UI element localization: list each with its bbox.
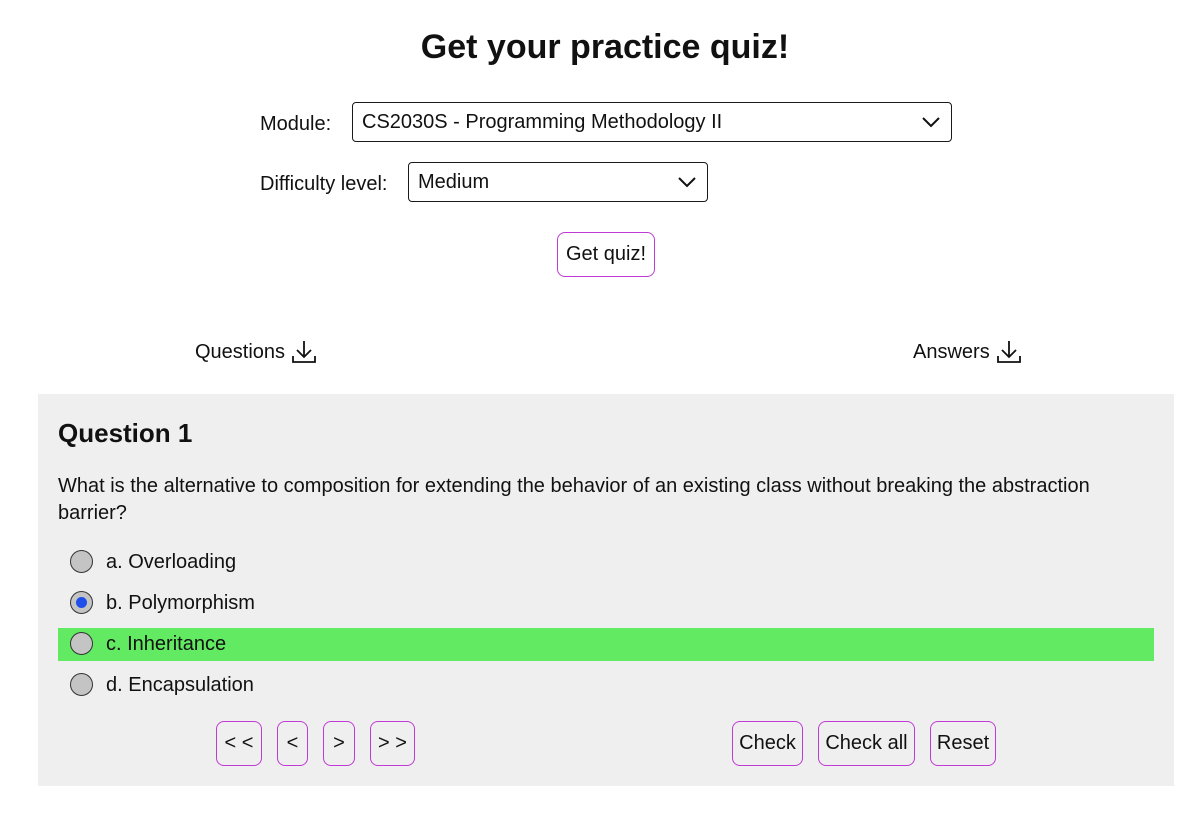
- difficulty-select[interactable]: Medium: [408, 162, 708, 202]
- module-label: Module:: [260, 113, 332, 135]
- radio-button-a[interactable]: [70, 550, 93, 573]
- module-select-value: CS2030S - Programming Methodology II: [362, 111, 723, 133]
- download-icon: [996, 341, 1021, 363]
- check-button[interactable]: Check: [732, 721, 803, 766]
- answer-option-label: d. Encapsulation: [106, 674, 254, 696]
- question-title: Question 1: [58, 418, 193, 448]
- questions-download-label: Questions: [195, 341, 286, 363]
- next-question-button[interactable]: >: [323, 721, 355, 766]
- reset-button[interactable]: Reset: [930, 721, 996, 766]
- question-panel: Question 1 What is the alternative to co…: [38, 394, 1174, 786]
- first-question-button[interactable]: < <: [216, 721, 262, 766]
- chevron-down-icon: [922, 117, 940, 128]
- question-text: What is the alternative to composition f…: [58, 475, 1090, 524]
- check-all-button[interactable]: Check all: [818, 721, 915, 766]
- answer-option-c[interactable]: c. Inheritance: [58, 628, 1154, 661]
- quiz-page: Get your practice quiz! Module: CS2030S …: [0, 0, 1183, 826]
- get-quiz-button[interactable]: Get quiz!: [557, 232, 655, 277]
- radio-button-d[interactable]: [70, 673, 93, 696]
- page-title: Get your practice quiz!: [420, 28, 790, 66]
- answer-option-d[interactable]: d. Encapsulation: [58, 669, 1154, 702]
- module-select[interactable]: CS2030S - Programming Methodology II: [352, 102, 952, 142]
- answer-option-a[interactable]: a. Overloading: [58, 546, 1154, 579]
- chevron-down-icon: [678, 177, 696, 188]
- answer-option-label: b. Polymorphism: [106, 592, 255, 614]
- radio-button-c[interactable]: [70, 632, 93, 655]
- answers-download-link[interactable]: Answers: [913, 339, 1022, 365]
- answer-option-label: a. Overloading: [106, 551, 237, 573]
- answer-option-label: c. Inheritance: [106, 633, 227, 655]
- download-icon: [292, 341, 316, 363]
- last-question-button[interactable]: > >: [370, 721, 415, 766]
- questions-download-link[interactable]: Questions: [195, 339, 317, 365]
- difficulty-label: Difficulty level:: [260, 173, 388, 195]
- difficulty-select-value: Medium: [418, 171, 490, 193]
- answer-option-b[interactable]: b. Polymorphism: [58, 587, 1154, 620]
- previous-question-button[interactable]: <: [277, 721, 308, 766]
- answers-download-label: Answers: [913, 341, 990, 363]
- radio-button-b[interactable]: [70, 591, 93, 614]
